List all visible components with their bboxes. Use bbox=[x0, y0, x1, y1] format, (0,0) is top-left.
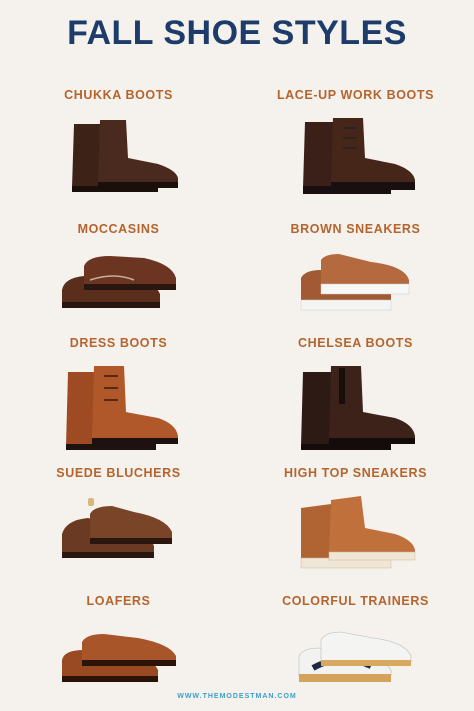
item-label: LOAFERS bbox=[86, 594, 151, 608]
item-high-top-sneakers: HIGH TOP SNEAKERS bbox=[237, 466, 474, 574]
blucher-icon bbox=[61, 498, 172, 558]
item-label: MOCCASINS bbox=[77, 222, 160, 236]
item-label: CHUKKA BOOTS bbox=[64, 88, 173, 102]
chelsea-boot-icon bbox=[300, 366, 415, 450]
item-loafers: LOAFERS bbox=[0, 594, 237, 692]
moccasin-icon bbox=[61, 256, 176, 308]
item-moccasins: MOCCASINS bbox=[0, 222, 237, 320]
page-title: FALL SHOE STYLES bbox=[67, 14, 407, 52]
loafer-icon bbox=[61, 634, 176, 682]
dress-boot-icon bbox=[65, 366, 178, 450]
item-label: HIGH TOP SNEAKERS bbox=[283, 466, 428, 480]
item-brown-sneakers: BROWN SNEAKERS bbox=[237, 222, 474, 320]
item-chukka-boots: CHUKKA BOOTS bbox=[0, 88, 237, 196]
sneaker-icon bbox=[300, 254, 409, 311]
work-boot-icon bbox=[302, 118, 415, 194]
item-colorful-trainers: COLORFUL TRAINERS bbox=[237, 594, 474, 692]
trainer-icon bbox=[298, 631, 411, 682]
item-label: DRESS BOOTS bbox=[69, 336, 168, 350]
infographic: FALL SHOE STYLES CHUKKA BOOTS LACE-UP WO… bbox=[0, 0, 474, 711]
item-label: LACE-UP WORK BOOTS bbox=[276, 88, 435, 102]
item-suede-bluchers: SUEDE BLUCHERS bbox=[0, 466, 237, 574]
item-label: SUEDE BLUCHERS bbox=[56, 466, 181, 480]
item-label: COLORFUL TRAINERS bbox=[282, 594, 429, 608]
high-top-sneaker-icon bbox=[300, 496, 415, 569]
item-label: BROWN SNEAKERS bbox=[290, 222, 421, 236]
item-dress-boots: DRESS BOOTS bbox=[0, 336, 237, 452]
chukka-boot-icon bbox=[71, 120, 178, 192]
website-url[interactable]: WWW.THEMODESTMAN.COM bbox=[0, 693, 474, 700]
item-lace-up-work-boots: LACE-UP WORK BOOTS bbox=[237, 88, 474, 196]
item-chelsea-boots: CHELSEA BOOTS bbox=[237, 336, 474, 452]
item-label: CHELSEA BOOTS bbox=[298, 336, 413, 350]
